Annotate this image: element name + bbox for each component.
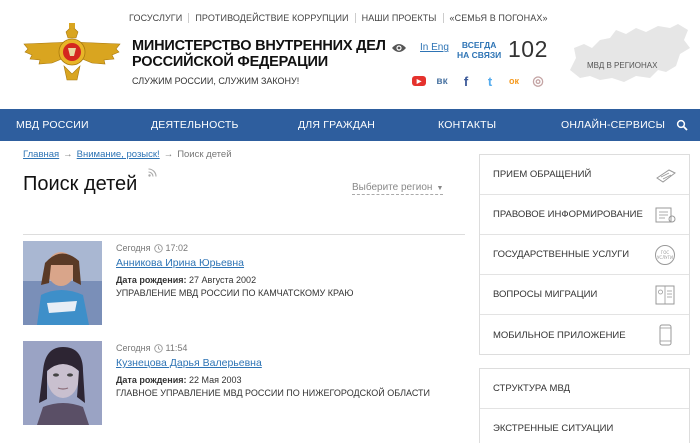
birth-date: Дата рождения: 22 Мая 2003	[116, 375, 430, 385]
site-title[interactable]: МИНИСТЕРСТВО ВНУТРЕННИХ ДЕЛ РОССИЙСКОЙ Ф…	[132, 38, 386, 70]
sidebar-item-label: ГОСУДАРСТВЕННЫЕ УСЛУГИ	[493, 249, 630, 260]
breadcrumb-home[interactable]: Главная	[23, 149, 59, 160]
sidebar-item-emergency[interactable]: ЭКСТРЕННЫЕ СИТУАЦИИ	[480, 409, 689, 443]
birth-date-label: Дата рождения:	[116, 375, 187, 385]
vk-icon[interactable]: вк	[434, 74, 450, 88]
twitter-icon[interactable]: t	[482, 74, 498, 89]
youtube-icon[interactable]: ▶	[412, 76, 426, 86]
facebook-icon[interactable]: f	[458, 74, 474, 89]
sidebar-item-label: МОБИЛЬНОЕ ПРИЛОЖЕНИЕ	[493, 329, 626, 341]
birth-date: Дата рождения: 27 Августа 2002	[116, 275, 354, 285]
nav-activity[interactable]: ДЕЯТЕЛЬНОСТЬ	[151, 119, 239, 131]
search-icon[interactable]	[676, 119, 688, 131]
child-photo[interactable]	[23, 341, 102, 425]
always-line2: НА СВЯЗИ	[457, 50, 502, 60]
department: ГЛАВНОЕ УПРАВЛЕНИЕ МВД РОССИИ ПО НИЖЕГОР…	[116, 388, 431, 398]
child-name-link[interactable]: Анникова Ирина Юрьевна	[116, 257, 354, 269]
slogan: СЛУЖИМ РОССИИ, СЛУЖИМ ЗАКОНУ!	[132, 76, 300, 86]
top-link-anticorruption[interactable]: ПРОТИВОДЕЙСТВИЕ КОРРУПЦИИ	[189, 13, 354, 23]
caret-down-icon: ▼	[436, 185, 444, 192]
clock-icon	[153, 243, 163, 253]
sidebar-item-label: ПРАВОВОЕ ИНФОРМИРОВАНИЕ	[493, 209, 643, 220]
result-info: Сегодня 17:02 Анникова Ирина Юрьевна Дат…	[116, 243, 354, 298]
top-link-gosuslugi[interactable]: ГОСУСЛУГИ	[123, 13, 188, 23]
result-time: Сегодня 17:02	[116, 243, 354, 253]
sidebar-item-label: ВОПРОСЫ МИГРАЦИИ	[493, 289, 598, 300]
phone-icon	[659, 324, 672, 346]
rss-icon[interactable]	[148, 168, 157, 177]
gosuslugi-icon: гос услуги	[655, 245, 675, 265]
instagram-icon[interactable]: ◎	[530, 73, 546, 88]
nav-contacts[interactable]: КОНТАКТЫ	[438, 119, 496, 131]
nav-for-citizens[interactable]: ДЛЯ ГРАЖДАН	[298, 119, 375, 131]
result-time: Сегодня 11:54	[116, 343, 430, 353]
regions-label[interactable]: МВД В РЕГИОНАХ	[587, 61, 657, 70]
breadcrumb-current: Поиск детей	[177, 149, 232, 160]
breadcrumb: Главная → Внимание, розыск! → Поиск дете…	[23, 149, 232, 160]
mvd-emblem-logo[interactable]	[22, 22, 122, 84]
divider	[23, 234, 465, 235]
form-icon	[656, 169, 676, 183]
always-line1: ВСЕГДА	[461, 40, 497, 50]
child-name-link[interactable]: Кузнецова Дарья Валерьевна	[116, 357, 430, 369]
result-day: Сегодня	[116, 343, 151, 353]
services-sidebar: ПРИЕМ ОБРАЩЕНИЙ ПРАВОВОЕ ИНФОРМИРОВАНИЕ …	[479, 154, 690, 355]
arrow-right-icon: →	[163, 149, 174, 160]
birth-date-value: 27 Августа 2002	[189, 275, 257, 285]
eye-icon[interactable]	[391, 42, 407, 54]
department: УПРАВЛЕНИЕ МВД РОССИИ ПО КАМЧАТСКОМУ КРА…	[116, 288, 354, 298]
result-day: Сегодня	[116, 243, 151, 253]
site-title-line2: РОССИЙСКОЙ ФЕДЕРАЦИИ	[132, 54, 328, 70]
russia-map-icon[interactable]	[566, 18, 694, 90]
clock-icon	[153, 343, 163, 353]
nav-online-services[interactable]: ОНЛАЙН-СЕРВИСЫ	[561, 119, 665, 131]
birth-date-value: 22 Мая 2003	[189, 375, 242, 385]
region-select-label: Выберите регион	[352, 182, 433, 193]
sidebar-item-mobile-app[interactable]: МОБИЛЬНОЕ ПРИЛОЖЕНИЕ	[480, 315, 689, 355]
always-on-call-label: ВСЕГДА НА СВЯЗИ	[457, 40, 501, 60]
top-link-family[interactable]: «СЕМЬЯ В ПОГОНАХ»	[444, 13, 554, 23]
child-photo[interactable]	[23, 241, 102, 325]
sidebar-item-legal-info[interactable]: ПРАВОВОЕ ИНФОРМИРОВАНИЕ	[480, 195, 689, 235]
passport-icon	[655, 285, 675, 305]
main-nav: МВД РОССИИ ДЕЯТЕЛЬНОСТЬ ДЛЯ ГРАЖДАН КОНТ…	[0, 109, 700, 141]
sidebar-item-structure[interactable]: СТРУКТУРА МВД	[480, 369, 689, 409]
sidebar-item-appeals[interactable]: ПРИЕМ ОБРАЩЕНИЙ	[480, 155, 689, 195]
sidebar-item-label: СТРУКТУРА МВД	[493, 383, 571, 394]
region-select[interactable]: Выберите регион ▼	[352, 182, 444, 195]
svg-text:услуги: услуги	[657, 255, 673, 260]
sidebar-item-migration[interactable]: ВОПРОСЫ МИГРАЦИИ	[480, 275, 689, 315]
document-icon	[655, 207, 676, 223]
arrow-right-icon: →	[63, 149, 73, 160]
top-links: ГОСУСЛУГИ ПРОТИВОДЕЙСТВИЕ КОРРУПЦИИ НАШИ…	[123, 13, 554, 23]
result-clock-time: 17:02	[165, 243, 189, 253]
result-clock-time: 11:54	[165, 343, 188, 353]
sidebar-item-gov-services[interactable]: ГОСУДАРСТВЕННЫЕ УСЛУГИ гос услуги	[480, 235, 689, 275]
page-title: Поиск детей	[23, 173, 138, 195]
breadcrumb-section[interactable]: Внимание, розыск!	[77, 149, 160, 160]
english-version-link[interactable]: In Eng	[420, 42, 449, 53]
site-title-line1: МИНИСТЕРСТВО ВНУТРЕННИХ ДЕЛ	[132, 38, 386, 54]
top-link-projects[interactable]: НАШИ ПРОЕКТЫ	[356, 13, 443, 23]
result-info: Сегодня 11:54 Кузнецова Дарья Валерьевна…	[116, 343, 430, 398]
sidebar-item-label: ПРИЕМ ОБРАЩЕНИЙ	[493, 169, 592, 180]
odnoklassniki-icon[interactable]: ок	[506, 74, 522, 88]
emergency-phone[interactable]: 102	[508, 36, 548, 63]
social-links: ▶ вк f t ок ◎	[412, 73, 546, 89]
secondary-sidebar: СТРУКТУРА МВД ЭКСТРЕННЫЕ СИТУАЦИИ	[479, 368, 690, 443]
nav-mvd-russia[interactable]: МВД РОССИИ	[16, 119, 89, 131]
sidebar-item-label: ЭКСТРЕННЫЕ СИТУАЦИИ	[493, 423, 614, 434]
birth-date-label: Дата рождения:	[116, 275, 187, 285]
